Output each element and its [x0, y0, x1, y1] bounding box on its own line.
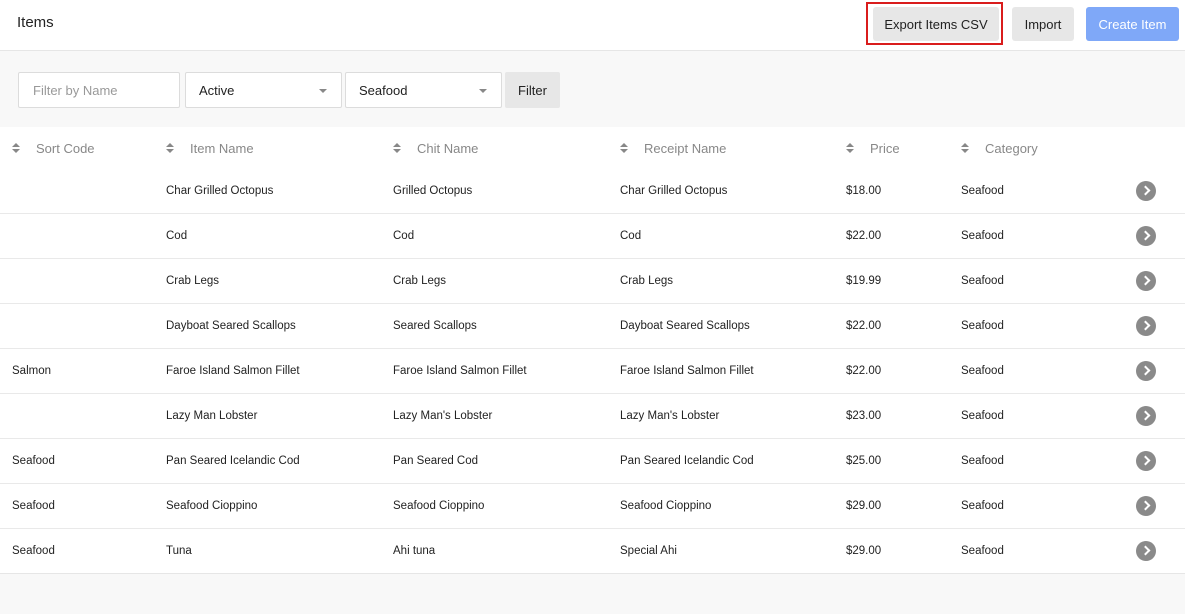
- status-select[interactable]: Active: [185, 72, 342, 108]
- page-header: Items Export Items CSV Import Create Ite…: [0, 0, 1185, 51]
- price-cell: $29.00: [846, 545, 882, 557]
- table-row[interactable]: Lazy Man Lobster Lazy Man's Lobster Lazy…: [0, 394, 1185, 439]
- page-title: Items: [17, 14, 54, 31]
- column-header-category[interactable]: Category: [961, 127, 1038, 169]
- table-row[interactable]: Crab Legs Crab Legs Crab Legs $19.99 Sea…: [0, 259, 1185, 304]
- category-cell: Seafood: [961, 500, 1004, 512]
- item-name-cell: Char Grilled Octopus: [166, 185, 274, 197]
- table-row[interactable]: Seafood Pan Seared Icelandic Cod Pan Sea…: [0, 439, 1185, 484]
- receipt-name-cell: Pan Seared Icelandic Cod: [620, 455, 754, 467]
- sort-icon: [12, 143, 20, 153]
- table-row[interactable]: Seafood Tuna Ahi tuna Special Ahi $29.00…: [0, 529, 1185, 574]
- item-name-cell: Lazy Man Lobster: [166, 410, 258, 422]
- chevron-down-icon: [319, 89, 327, 93]
- category-cell: Seafood: [961, 320, 1004, 332]
- create-item-button[interactable]: Create Item: [1086, 7, 1179, 41]
- category-cell: Seafood: [961, 455, 1004, 467]
- chevron-right-icon[interactable]: [1136, 271, 1156, 291]
- price-cell: $18.00: [846, 185, 882, 197]
- chevron-right-icon[interactable]: [1136, 316, 1156, 336]
- chit-name-cell: Seared Scallops: [393, 320, 477, 332]
- chit-name-cell: Seafood Cioppino: [393, 500, 485, 512]
- receipt-name-cell: Faroe Island Salmon Fillet: [620, 365, 754, 377]
- column-header-receipt-name[interactable]: Receipt Name: [620, 127, 726, 169]
- column-header-sort-code[interactable]: Sort Code: [12, 127, 95, 169]
- chit-name-cell: Grilled Octopus: [393, 185, 473, 197]
- status-select-value: Active: [199, 82, 235, 98]
- price-cell: $25.00: [846, 455, 882, 467]
- category-cell: Seafood: [961, 275, 1004, 287]
- items-table: Sort Code Item Name Chit Name Receipt Na…: [0, 127, 1185, 574]
- price-cell: $22.00: [846, 320, 882, 332]
- category-select[interactable]: Seafood: [345, 72, 502, 108]
- chevron-down-icon: [479, 89, 487, 93]
- category-cell: Seafood: [961, 185, 1004, 197]
- item-name-cell: Pan Seared Icelandic Cod: [166, 455, 300, 467]
- price-cell: $23.00: [846, 410, 882, 422]
- filter-button[interactable]: Filter: [505, 72, 560, 108]
- receipt-name-cell: Special Ahi: [620, 545, 677, 557]
- category-cell: Seafood: [961, 545, 1004, 557]
- chit-name-cell: Lazy Man's Lobster: [393, 410, 493, 422]
- receipt-name-cell: Char Grilled Octopus: [620, 185, 728, 197]
- price-cell: $29.00: [846, 500, 882, 512]
- chevron-right-icon[interactable]: [1136, 541, 1156, 561]
- chevron-right-icon[interactable]: [1136, 361, 1156, 381]
- column-header-chit-name[interactable]: Chit Name: [393, 127, 478, 169]
- chevron-right-icon[interactable]: [1136, 406, 1156, 426]
- table-row[interactable]: Salmon Faroe Island Salmon Fillet Faroe …: [0, 349, 1185, 394]
- sort-icon: [961, 143, 969, 153]
- item-name-cell: Crab Legs: [166, 275, 220, 287]
- category-select-value: Seafood: [359, 82, 408, 98]
- filter-by-name-input[interactable]: [18, 72, 180, 108]
- chevron-right-icon[interactable]: [1136, 226, 1156, 246]
- price-cell: $19.99: [846, 275, 882, 287]
- sort-code-cell: Salmon: [12, 365, 51, 377]
- export-items-csv-button[interactable]: Export Items CSV: [873, 7, 999, 41]
- receipt-name-cell: Crab Legs: [620, 275, 674, 287]
- receipt-name-cell: Cod: [620, 230, 642, 242]
- column-header-price[interactable]: Price: [846, 127, 900, 169]
- sort-code-cell: Seafood: [12, 545, 55, 557]
- chevron-right-icon[interactable]: [1136, 451, 1156, 471]
- chit-name-cell: Pan Seared Cod: [393, 455, 479, 467]
- sort-icon: [846, 143, 854, 153]
- sort-icon: [166, 143, 174, 153]
- chit-name-cell: Crab Legs: [393, 275, 447, 287]
- column-header-item-name[interactable]: Item Name: [166, 127, 254, 169]
- receipt-name-cell: Lazy Man's Lobster: [620, 410, 720, 422]
- table-row[interactable]: Seafood Seafood Cioppino Seafood Cioppin…: [0, 484, 1185, 529]
- chit-name-cell: Cod: [393, 230, 415, 242]
- item-name-cell: Dayboat Seared Scallops: [166, 320, 296, 332]
- price-cell: $22.00: [846, 230, 882, 242]
- item-name-cell: Faroe Island Salmon Fillet: [166, 365, 300, 377]
- item-name-cell: Tuna: [166, 545, 192, 557]
- chit-name-cell: Faroe Island Salmon Fillet: [393, 365, 527, 377]
- chevron-right-icon[interactable]: [1136, 496, 1156, 516]
- item-name-cell: Cod: [166, 230, 188, 242]
- table-row[interactable]: Cod Cod Cod $22.00 Seafood: [0, 214, 1185, 259]
- chevron-right-icon[interactable]: [1136, 181, 1156, 201]
- import-button[interactable]: Import: [1012, 7, 1074, 41]
- category-cell: Seafood: [961, 230, 1004, 242]
- sort-code-cell: Seafood: [12, 455, 55, 467]
- chit-name-cell: Ahi tuna: [393, 545, 436, 557]
- sort-icon: [620, 143, 628, 153]
- sort-code-cell: Seafood: [12, 500, 55, 512]
- item-name-cell: Seafood Cioppino: [166, 500, 258, 512]
- receipt-name-cell: Dayboat Seared Scallops: [620, 320, 750, 332]
- sort-icon: [393, 143, 401, 153]
- receipt-name-cell: Seafood Cioppino: [620, 500, 712, 512]
- category-cell: Seafood: [961, 365, 1004, 377]
- category-cell: Seafood: [961, 410, 1004, 422]
- price-cell: $22.00: [846, 365, 882, 377]
- filter-bar: Active Seafood Filter: [0, 51, 1185, 126]
- table-row[interactable]: Dayboat Seared Scallops Seared Scallops …: [0, 304, 1185, 349]
- table-row[interactable]: Char Grilled Octopus Grilled Octopus Cha…: [0, 169, 1185, 214]
